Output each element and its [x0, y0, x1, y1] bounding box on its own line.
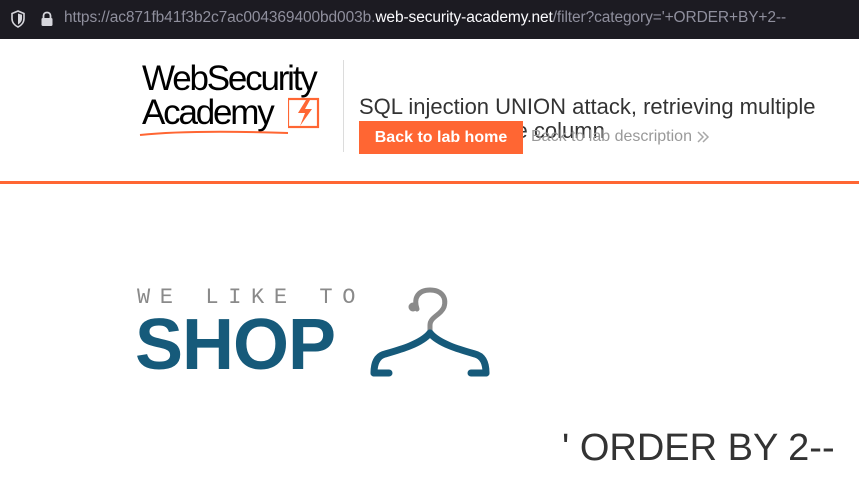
header-accent-rule [0, 181, 859, 184]
url-prefix: https://ac871fb41f3b2c7ac004369400bd003b… [64, 9, 376, 26]
url-path: /filter?category='+ORDER+BY+2-- [552, 9, 787, 26]
we-like-to-shop-logo[interactable]: WE LIKE TO SHOP [135, 285, 497, 385]
web-security-academy-logo[interactable]: WebSecurity Academy [138, 59, 343, 137]
logo-line-1: WebSecurity [142, 59, 318, 98]
logo-underline-icon [139, 130, 289, 136]
url-domain: web-security-academy.net [375, 9, 553, 26]
coat-hanger-icon [370, 287, 490, 377]
shop-wordmark: SHOP [135, 305, 336, 385]
url-text[interactable]: https://ac871fb41f3b2c7ac004369400bd003b… [64, 9, 786, 27]
lab-header: WebSecurity Academy SQL injection UNION … [0, 39, 859, 181]
header-divider [343, 60, 344, 152]
back-to-lab-description-link[interactable]: Back to lab description [531, 128, 710, 146]
browser-url-bar[interactable]: https://ac871fb41f3b2c7ac004369400bd003b… [0, 0, 859, 39]
lock-icon[interactable] [40, 11, 54, 27]
back-to-lab-description-label: Back to lab description [531, 128, 692, 145]
shield-icon[interactable] [10, 10, 26, 28]
filter-category-heading: ' ORDER BY 2-- [562, 427, 835, 469]
back-to-lab-home-button[interactable]: Back to lab home [359, 121, 523, 154]
double-chevron-right-icon [697, 131, 710, 143]
